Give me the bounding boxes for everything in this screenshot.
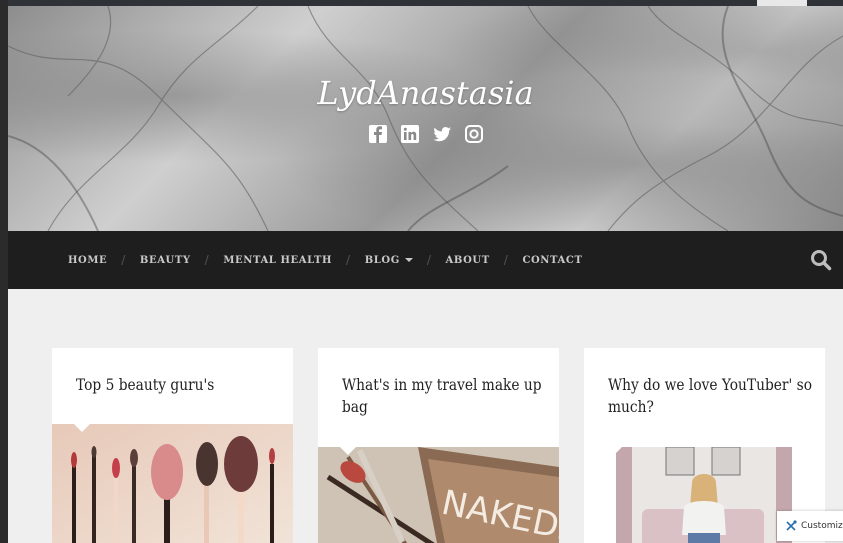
wrench-screwdriver-icon xyxy=(786,520,797,531)
nav-separator: / xyxy=(346,253,351,267)
facebook-icon[interactable] xyxy=(368,124,388,144)
site-header: LydAnastasia xyxy=(8,6,843,231)
instagram-icon[interactable] xyxy=(464,124,484,144)
nav-item-label: BEAUTY xyxy=(139,254,191,266)
nav-item-home[interactable]: HOME / xyxy=(68,253,140,267)
nav-item-about[interactable]: ABOUT / xyxy=(446,253,523,267)
search-icon[interactable] xyxy=(809,248,833,272)
card-notch xyxy=(74,424,90,432)
nav-item-label: ABOUT xyxy=(445,254,490,266)
nav-item-label: BLOG xyxy=(364,254,400,266)
nav-separator: / xyxy=(426,253,432,267)
nav-item-mental-health[interactable]: MENTAL HEALTH / xyxy=(223,253,364,267)
nav-separator: / xyxy=(121,253,126,267)
nav-item-blog[interactable]: BLOG / xyxy=(365,253,446,267)
post-card[interactable]: What's in my travel make up bag NAKED2 xyxy=(318,348,559,543)
linkedin-icon[interactable] xyxy=(400,124,420,144)
chevron-down-icon xyxy=(404,258,413,262)
customize-label: Customize xyxy=(801,521,843,531)
post-title[interactable]: Top 5 beauty guru's xyxy=(76,374,282,396)
card-notch xyxy=(606,447,622,455)
twitter-icon[interactable] xyxy=(432,124,452,144)
nav-item-label: CONTACT xyxy=(522,254,583,266)
browser-viewport: LydAnastasia HOME / BEAUTY / MENTAL HEAL… xyxy=(8,0,843,543)
main-navigation: HOME / BEAUTY / MENTAL HEALTH / BLOG / ABOUT… xyxy=(8,231,843,289)
post-thumbnail-makeup-bag[interactable]: NAKED2 xyxy=(318,447,559,543)
post-thumbnail-brushes[interactable] xyxy=(52,424,293,543)
nav-item-contact[interactable]: CONTACT xyxy=(522,255,582,266)
card-notch xyxy=(340,447,356,455)
nav-item-label: MENTAL HEALTH xyxy=(223,254,333,266)
nav-separator: / xyxy=(204,253,210,267)
site-title[interactable]: LydAnastasia xyxy=(8,74,843,112)
post-title[interactable]: What's in my travel make up bag xyxy=(342,374,548,418)
post-title[interactable]: Why do we love YouTuber' so much? xyxy=(608,374,814,418)
social-links xyxy=(8,124,843,144)
nav-item-label: HOME xyxy=(68,254,108,266)
marble-texture xyxy=(8,6,843,231)
nav-separator: / xyxy=(503,253,509,267)
nav-item-beauty[interactable]: BEAUTY / xyxy=(140,253,223,267)
post-card[interactable]: Top 5 beauty guru's xyxy=(52,348,293,543)
customize-button[interactable]: Customize xyxy=(777,511,843,541)
